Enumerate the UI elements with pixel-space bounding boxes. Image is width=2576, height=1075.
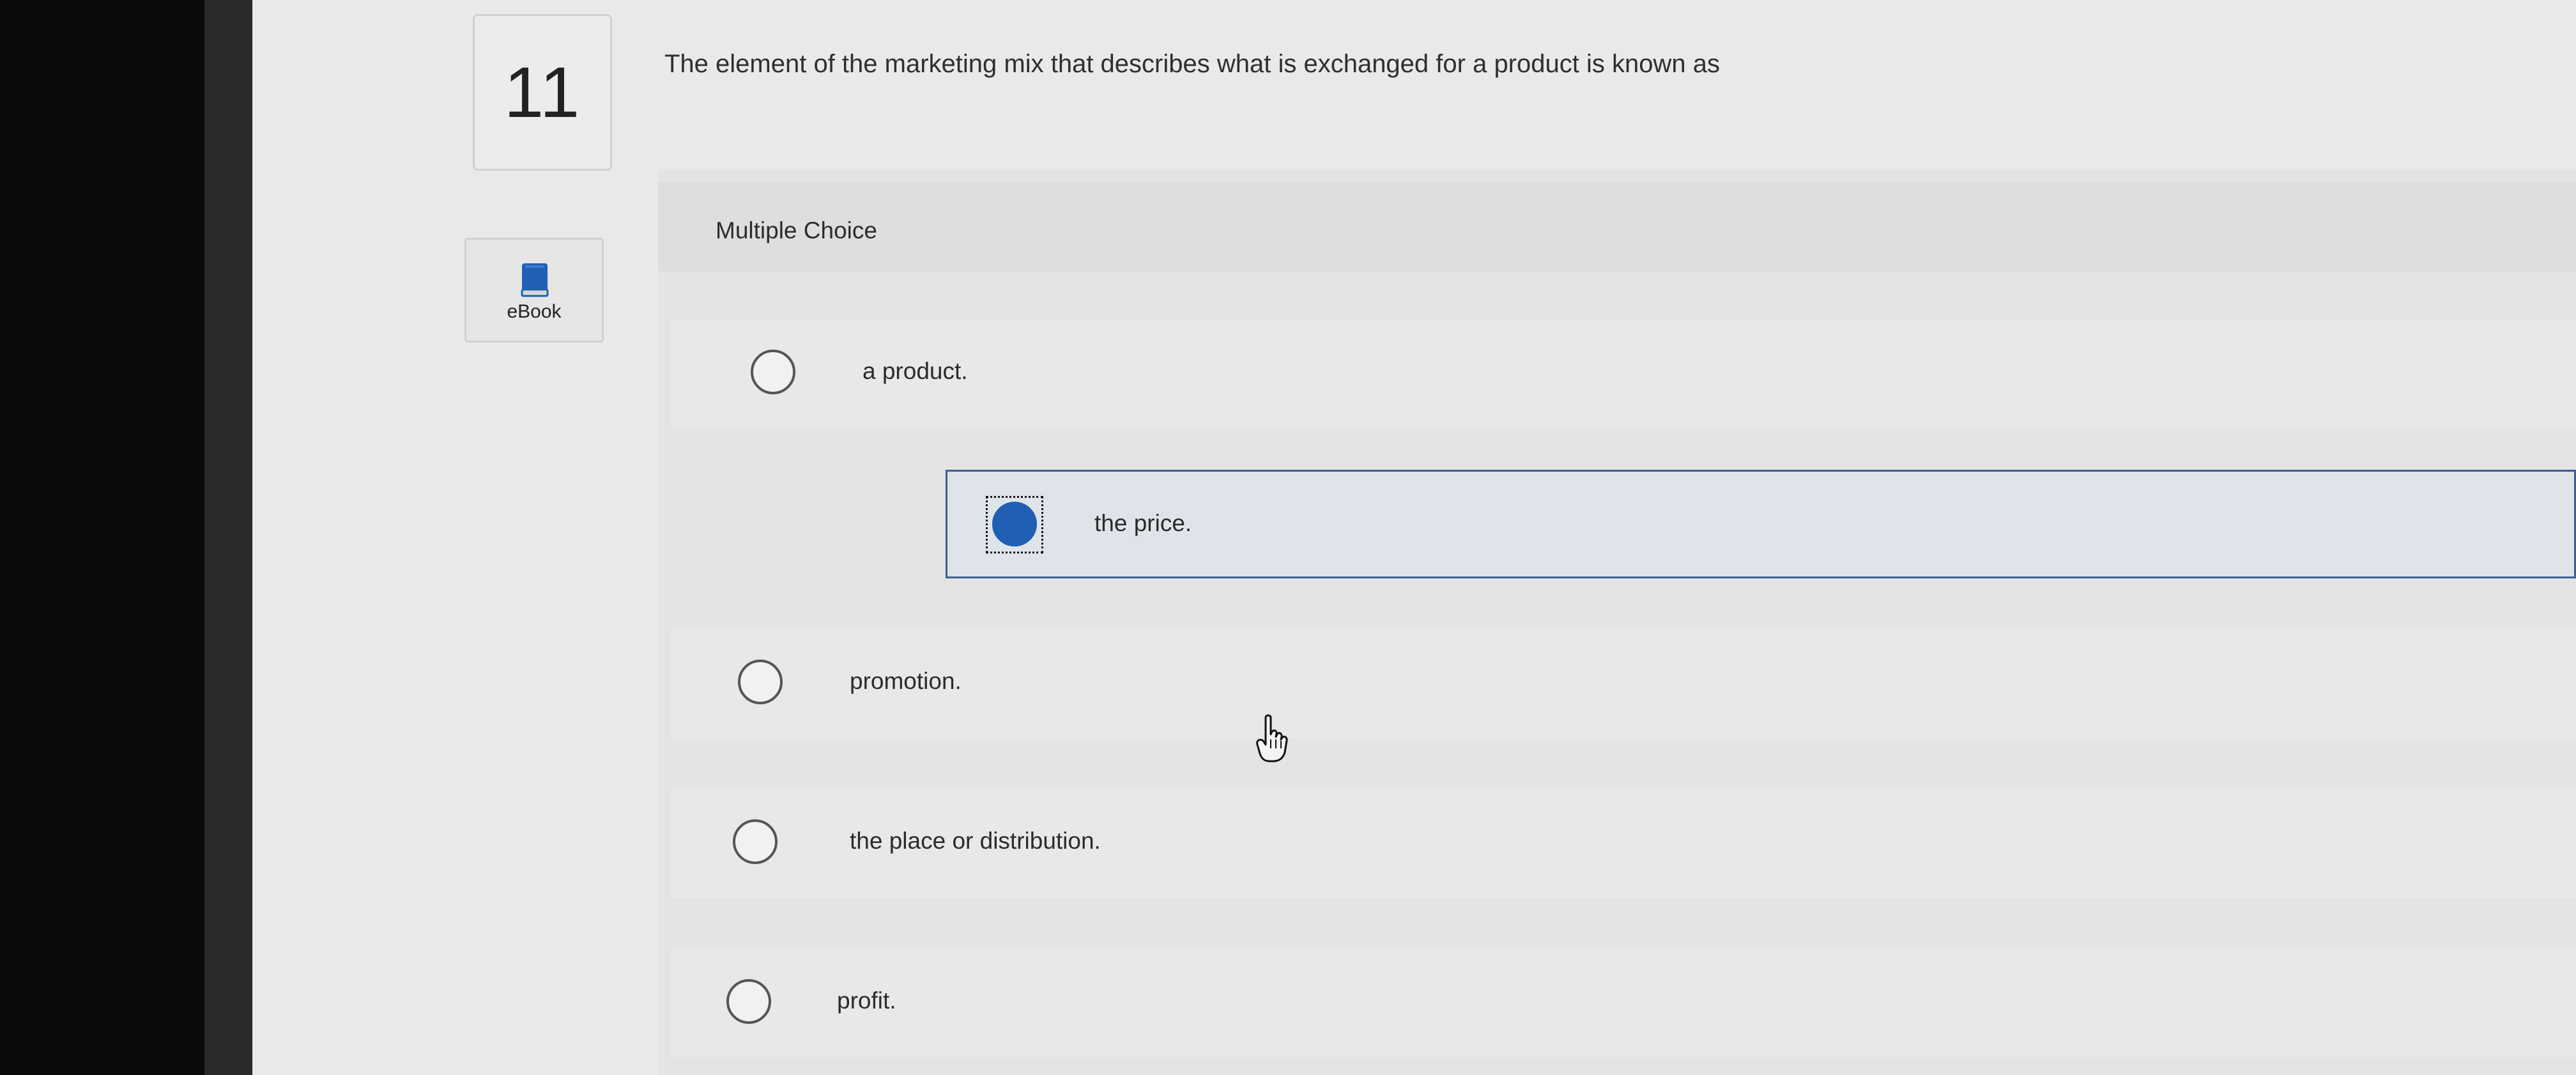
- option-label: a product.: [862, 358, 968, 384]
- choice-header: Multiple Choice: [658, 182, 2576, 272]
- radio-profit[interactable]: [726, 979, 771, 1024]
- quiz-page: 11 eBook The element of the marketing mi…: [252, 0, 2576, 1075]
- monitor-edge: [204, 0, 256, 1075]
- question-number: 11: [503, 52, 581, 132]
- option-promotion[interactable]: promotion.: [671, 630, 2576, 738]
- option-label: promotion.: [850, 668, 962, 694]
- option-profit[interactable]: profit.: [671, 949, 2576, 1058]
- hand-cursor-icon: [1256, 714, 1288, 762]
- option-label: profit.: [837, 987, 896, 1014]
- question-text: The element of the marketing mix that de…: [664, 50, 1720, 78]
- radio-promotion[interactable]: [738, 660, 783, 704]
- option-a-product[interactable]: a product.: [671, 320, 2576, 428]
- radio-the-price[interactable]: [992, 502, 1037, 546]
- option-the-price[interactable]: the price.: [946, 470, 2576, 578]
- multiple-choice-panel: Multiple Choice a product. the price. pr…: [658, 169, 2576, 1075]
- option-label: the price.: [1094, 510, 1192, 536]
- book-icon: [521, 263, 549, 297]
- radio-a-product[interactable]: [751, 350, 795, 394]
- radio-place-distribution[interactable]: [733, 819, 778, 864]
- question-number-box: 11: [473, 14, 612, 171]
- choice-type-label: Multiple Choice: [716, 217, 877, 244]
- option-label: the place or distribution.: [850, 828, 1101, 854]
- option-place-distribution[interactable]: the place or distribution.: [671, 789, 2576, 898]
- ebook-label: eBook: [507, 301, 562, 322]
- ebook-button[interactable]: eBook: [464, 238, 604, 343]
